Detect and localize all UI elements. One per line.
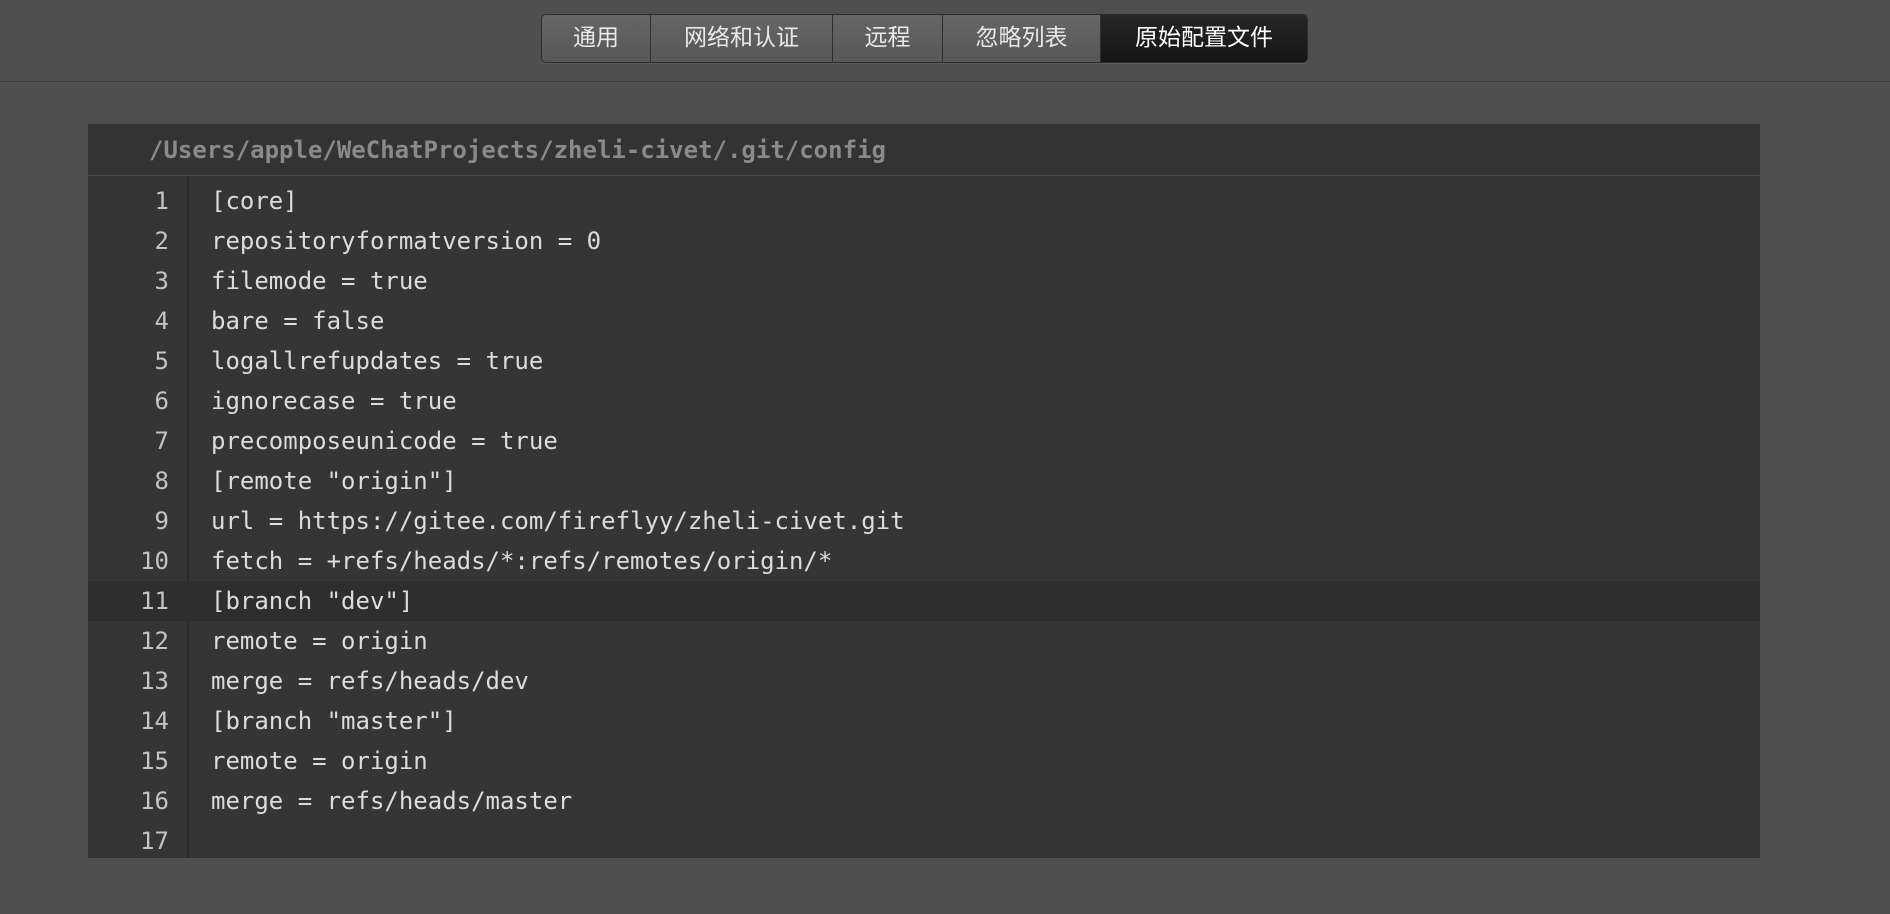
- line-number: 3: [154, 267, 169, 295]
- code-lines: 1 [core] 2 repositoryformatversion = 0 3 file…: [88, 181, 1760, 861]
- line-number: 5: [154, 347, 169, 375]
- code-line[interactable]: 9 url = https://gitee.com/fireflyy/zheli-…: [88, 501, 1760, 541]
- line-text[interactable]: url = https://gitee.com/fireflyy/zheli-c…: [211, 501, 905, 541]
- config-editor[interactable]: /Users/apple/WeChatProjects/zheli-civet/…: [88, 124, 1760, 858]
- line-text[interactable]: logallrefupdates = true: [211, 341, 543, 381]
- code-line[interactable]: 11 [branch "dev"]: [88, 581, 1760, 621]
- line-number: 10: [140, 547, 169, 575]
- tab-general[interactable]: 通用: [542, 15, 651, 62]
- line-text[interactable]: merge = refs/heads/master: [211, 781, 572, 821]
- code-line[interactable]: 4 bare = false: [88, 301, 1760, 341]
- line-text[interactable]: ignorecase = true: [211, 381, 457, 421]
- code-line[interactable]: 16 merge = refs/heads/master: [88, 781, 1760, 821]
- line-text[interactable]: [branch "dev"]: [211, 581, 413, 621]
- line-number: 1: [154, 187, 169, 215]
- code-line[interactable]: 8 [remote "origin"]: [88, 461, 1760, 501]
- settings-tab-bar: 通用 网络和认证 远程 忽略列表 原始配置文件: [541, 14, 1308, 63]
- code-line[interactable]: 15 remote = origin: [88, 741, 1760, 781]
- code-line[interactable]: 13 merge = refs/heads/dev: [88, 661, 1760, 701]
- line-text[interactable]: merge = refs/heads/dev: [211, 661, 529, 701]
- line-text[interactable]: remote = origin: [211, 741, 428, 781]
- code-line[interactable]: 5 logallrefupdates = true: [88, 341, 1760, 381]
- code-line[interactable]: 1 [core]: [88, 181, 1760, 221]
- line-number: 11: [140, 587, 169, 615]
- line-number: 12: [140, 627, 169, 655]
- file-path: /Users/apple/WeChatProjects/zheli-civet/…: [88, 124, 1760, 176]
- code-line[interactable]: 14 [branch "master"]: [88, 701, 1760, 741]
- line-text[interactable]: bare = false: [211, 301, 384, 341]
- line-number: 17: [140, 827, 169, 855]
- line-number: 4: [154, 307, 169, 335]
- line-number: 14: [140, 707, 169, 735]
- code-line[interactable]: 6 ignorecase = true: [88, 381, 1760, 421]
- code-line[interactable]: 10 fetch = +refs/heads/*:refs/remotes/ori…: [88, 541, 1760, 581]
- code-line[interactable]: 7 precomposeunicode = true: [88, 421, 1760, 461]
- line-number: 16: [140, 787, 169, 815]
- line-text[interactable]: repositoryformatversion = 0: [211, 221, 601, 261]
- code-line[interactable]: 2 repositoryformatversion = 0: [88, 221, 1760, 261]
- line-number: 7: [154, 427, 169, 455]
- line-text[interactable]: filemode = true: [211, 261, 428, 301]
- line-text[interactable]: [core]: [211, 181, 298, 221]
- toolbar: 通用 网络和认证 远程 忽略列表 原始配置文件: [0, 0, 1890, 82]
- line-number: 15: [140, 747, 169, 775]
- tab-ignore-list[interactable]: 忽略列表: [943, 15, 1101, 62]
- line-text[interactable]: [remote "origin"]: [211, 461, 457, 501]
- line-text[interactable]: precomposeunicode = true: [211, 421, 558, 461]
- line-text[interactable]: remote = origin: [211, 621, 428, 661]
- tab-raw-config[interactable]: 原始配置文件: [1101, 15, 1307, 62]
- line-number: 2: [154, 227, 169, 255]
- code-line[interactable]: 3 filemode = true: [88, 261, 1760, 301]
- line-text[interactable]: [branch "master"]: [211, 701, 457, 741]
- line-number: 8: [154, 467, 169, 495]
- tab-network-auth[interactable]: 网络和认证: [651, 15, 833, 62]
- line-number: 13: [140, 667, 169, 695]
- line-number: 6: [154, 387, 169, 415]
- code-area[interactable]: 1 [core] 2 repositoryformatversion = 0 3 file…: [88, 176, 1760, 858]
- line-number: 9: [154, 507, 169, 535]
- code-line[interactable]: 17: [88, 821, 1760, 861]
- code-line[interactable]: 12 remote = origin: [88, 621, 1760, 661]
- tab-remotes[interactable]: 远程: [833, 15, 943, 62]
- line-text[interactable]: fetch = +refs/heads/*:refs/remotes/origi…: [211, 541, 832, 581]
